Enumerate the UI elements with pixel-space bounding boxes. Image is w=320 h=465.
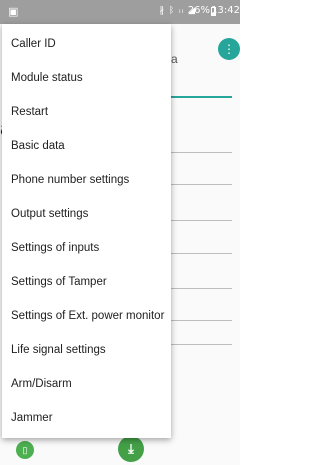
menu-item-caller-id[interactable]: Caller ID (2, 27, 171, 61)
menu-item-phone-number-settings[interactable]: Phone number settings (2, 163, 171, 197)
image-icon: ▣ (8, 5, 19, 18)
menu-item-module-status[interactable]: Module status (2, 61, 171, 95)
input-underline (171, 220, 232, 221)
download-icon[interactable]: ⤓ (118, 436, 144, 462)
menu-item-arm-disarm[interactable]: Arm/Disarm (2, 367, 171, 401)
input-underline-active (171, 96, 232, 98)
menu-item-life-signal-settings[interactable]: Life signal settings (2, 333, 171, 367)
input-underline (171, 288, 232, 289)
overflow-icon[interactable]: ⋮ (218, 38, 240, 60)
menu-item-settings-of-inputs[interactable]: Settings of inputs (2, 231, 171, 265)
menu-item-jammer[interactable]: Jammer (2, 401, 171, 435)
input-underline (171, 152, 232, 153)
partial-text: a (171, 52, 178, 66)
status-time: 13:42 (211, 5, 240, 16)
input-underline (171, 344, 232, 345)
device-icon[interactable]: ▯ (16, 441, 34, 459)
menu-item-ext-power-monitor[interactable]: Settings of Ext. power monitor (2, 299, 171, 333)
menu-item-restart[interactable]: Restart (2, 95, 171, 129)
status-bar: ▣ ∦ ᛒ ᵢᵢ ◢ 26% 13:42 (0, 0, 240, 24)
input-underline (171, 320, 232, 321)
battery-percent: 26% (187, 5, 210, 16)
menu-item-output-settings[interactable]: Output settings (2, 197, 171, 231)
menu-item-basic-data[interactable]: Basic data (2, 129, 171, 163)
dropdown-menu: Caller ID Module status Restart Basic da… (2, 24, 171, 438)
input-underline (171, 184, 232, 185)
menu-item-settings-of-tamper[interactable]: Settings of Tamper (2, 265, 171, 299)
input-underline (171, 253, 232, 254)
